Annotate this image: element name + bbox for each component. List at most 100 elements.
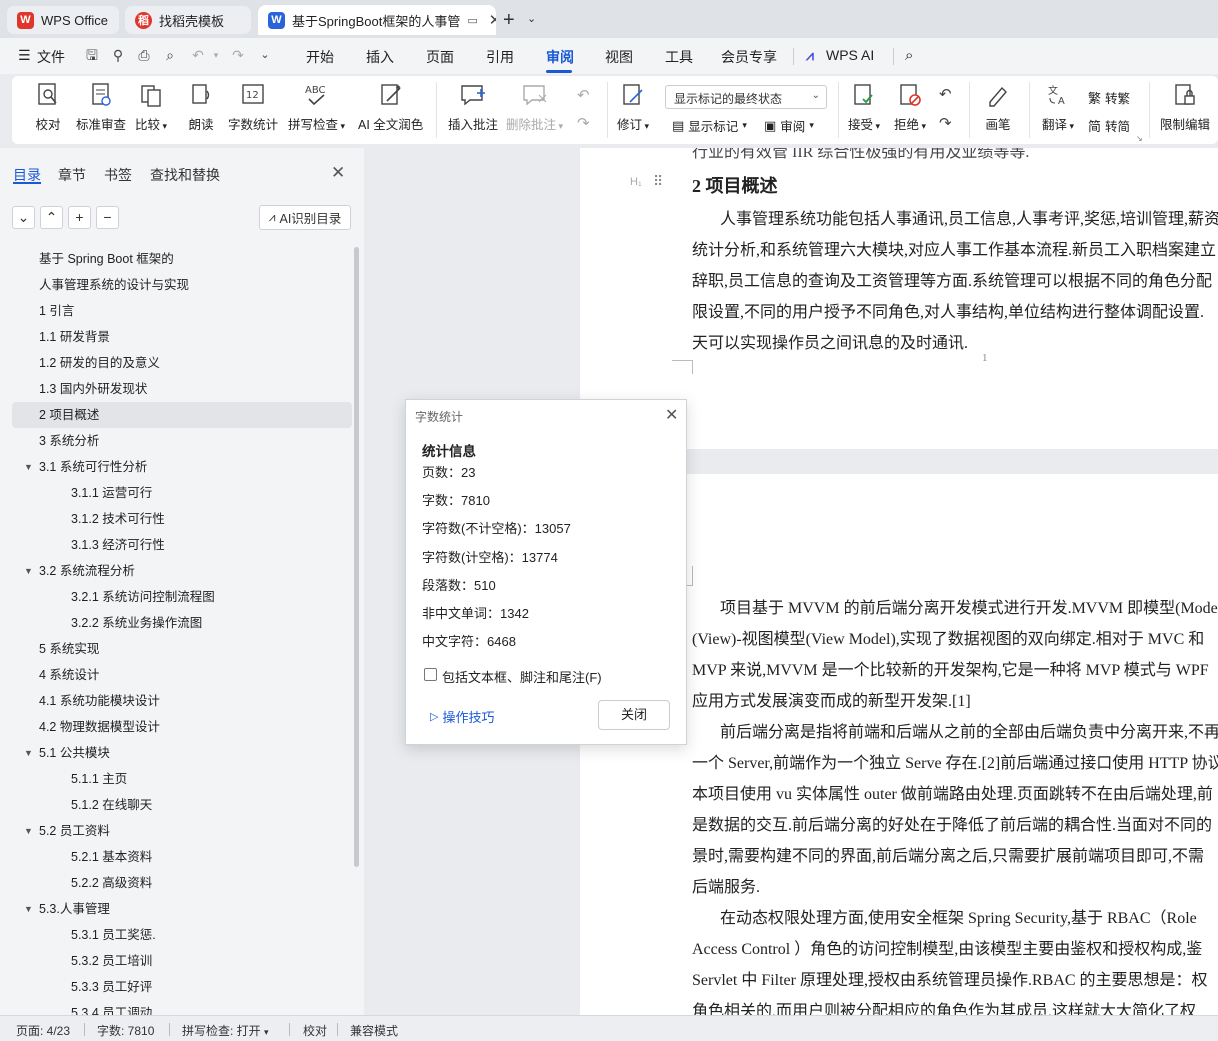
menu-insert[interactable]: 插入 bbox=[366, 47, 394, 67]
add-heading-button[interactable]: + bbox=[68, 206, 91, 229]
collapse-all-button[interactable]: ⌃ bbox=[40, 206, 63, 229]
toc-item[interactable]: 5.3.1 员工奖惩. bbox=[12, 922, 352, 948]
key-icon[interactable]: ⚲ bbox=[110, 47, 126, 63]
toc-item[interactable]: ▼ 3.1 系统可行性分析 bbox=[12, 454, 352, 480]
undo-icon[interactable]: ↶ bbox=[190, 47, 206, 63]
tab-chapters[interactable]: 章节 bbox=[58, 165, 86, 185]
tab-docer-templates[interactable]: 稻 找稻壳模板 bbox=[125, 6, 251, 34]
toc-item[interactable]: 5 系统实现 bbox=[12, 636, 352, 662]
toc-item[interactable]: 1.2 研发的目的及意义 bbox=[12, 350, 352, 376]
status-spell-check[interactable]: 拼写检查: 打开 ▾ bbox=[182, 1022, 269, 1039]
tab-find-replace[interactable]: 查找和替换 bbox=[150, 165, 220, 185]
menu-view[interactable]: 视图 bbox=[605, 47, 633, 67]
pen-button[interactable]: 画笔 bbox=[984, 80, 1012, 133]
tab-bookmarks[interactable]: 书签 bbox=[104, 165, 132, 185]
tips-link[interactable]: ▷ 操作技巧 bbox=[430, 707, 494, 726]
toc-item[interactable]: 2 项目概述 bbox=[12, 402, 352, 428]
toc-item[interactable]: 基于 Spring Boot 框架的 bbox=[12, 246, 352, 272]
heading-style-icon[interactable]: H₁ bbox=[630, 176, 642, 188]
redo-icon[interactable]: ↷ bbox=[230, 47, 246, 63]
translate-button[interactable]: 文A 翻译 ▾ bbox=[1042, 80, 1074, 133]
toc-item[interactable]: 3.2.2 系统业务操作流图 bbox=[12, 610, 352, 636]
search-icon[interactable]: ⌕ bbox=[905, 47, 913, 64]
toc-item[interactable]: 1.3 国内外研发现状 bbox=[12, 376, 352, 402]
status-words[interactable]: 字数: 7810 bbox=[97, 1022, 154, 1039]
undo-menu-icon[interactable]: ▾ bbox=[208, 47, 224, 63]
next-change-icon[interactable]: ↷ bbox=[939, 114, 952, 132]
next-comment-icon[interactable]: ↷ bbox=[577, 114, 590, 132]
markup-mode-select[interactable]: 显示标记的最终状态 ⌄ bbox=[665, 85, 827, 109]
read-aloud-button[interactable]: 朗读 bbox=[187, 80, 215, 133]
toc-item[interactable]: 4.1 系统功能模块设计 bbox=[12, 688, 352, 714]
close-icon[interactable]: ✕ bbox=[331, 163, 345, 183]
toc-item[interactable]: 4 系统设计 bbox=[12, 662, 352, 688]
toc-item[interactable]: ▼ 5.1 公共模块 bbox=[12, 740, 352, 766]
chevron-down-icon[interactable]: ⌄ bbox=[527, 12, 536, 25]
toc-item[interactable]: ▼ 5.2 员工资料 bbox=[12, 818, 352, 844]
status-page[interactable]: 页面: 4/23 bbox=[16, 1022, 70, 1039]
expand-triangle-icon[interactable]: ▼ bbox=[24, 454, 33, 480]
close-button[interactable]: 关闭 bbox=[598, 700, 670, 730]
toc-item[interactable]: 3.2.1 系统访问控制流程图 bbox=[12, 584, 352, 610]
reject-button[interactable]: 拒绝 ▾ bbox=[894, 80, 926, 133]
toc-item[interactable]: 3.1.1 运营可行 bbox=[12, 480, 352, 506]
tab-wps-office[interactable]: W WPS Office bbox=[7, 6, 119, 34]
chevron-down-icon[interactable]: ⌄ bbox=[257, 47, 273, 63]
close-icon[interactable]: ✕ bbox=[489, 11, 496, 29]
word-count-button[interactable]: 12 字数统计 bbox=[228, 80, 278, 133]
toc-item[interactable]: 5.1.2 在线聊天 bbox=[12, 792, 352, 818]
menu-tools[interactable]: 工具 bbox=[665, 47, 693, 67]
new-tab-plus-icon[interactable]: + bbox=[503, 9, 515, 32]
insert-comment-button[interactable]: 插入批注 bbox=[448, 80, 498, 133]
proofread-button[interactable]: 校对 bbox=[34, 80, 62, 133]
hamburger-icon[interactable]: ☰ bbox=[18, 47, 31, 64]
review-pane-button[interactable]: ▣ 审阅 ▾ bbox=[764, 116, 814, 135]
toc-item[interactable]: ▼ 3.2 系统流程分析 bbox=[12, 558, 352, 584]
menu-file[interactable]: 文件 bbox=[37, 47, 65, 67]
show-markup-button[interactable]: ▤ 显示标记 ▾ bbox=[672, 116, 747, 135]
window-icon[interactable]: ▭ bbox=[467, 14, 477, 27]
toc-item[interactable]: 1.1 研发背景 bbox=[12, 324, 352, 350]
spell-check-button[interactable]: ABC 拼写检查 ▾ bbox=[288, 80, 345, 133]
menu-wps-ai[interactable]: WPS AI bbox=[826, 47, 874, 63]
save-icon[interactable]: 🖫 bbox=[84, 47, 100, 63]
std-review-button[interactable]: 标准审查 bbox=[76, 80, 126, 133]
ai-toc-button[interactable]: ⩘ AI识别目录 bbox=[259, 205, 351, 230]
print-icon[interactable]: ⎙ bbox=[136, 47, 152, 63]
expand-triangle-icon[interactable]: ▼ bbox=[24, 558, 33, 584]
remove-heading-button[interactable]: − bbox=[96, 206, 119, 229]
status-proofread[interactable]: 校对 bbox=[303, 1022, 327, 1039]
menu-member[interactable]: 会员专享 bbox=[721, 47, 777, 67]
expand-triangle-icon[interactable]: ▼ bbox=[24, 740, 33, 766]
toc-item[interactable]: 人事管理系统的设计与实现 bbox=[12, 272, 352, 298]
expand-group-icon[interactable]: ↘ bbox=[1136, 134, 1143, 143]
include-textbox-checkbox[interactable] bbox=[424, 668, 437, 681]
toc-item[interactable]: 3.1.3 经济可行性 bbox=[12, 532, 352, 558]
track-changes-button[interactable]: 修订 ▾ bbox=[617, 80, 649, 133]
expand-triangle-icon[interactable]: ▼ bbox=[24, 896, 33, 922]
toc-item[interactable]: 5.3.3 员工好评 bbox=[12, 974, 352, 1000]
accept-button[interactable]: 接受 ▾ bbox=[848, 80, 880, 133]
expand-triangle-icon[interactable]: ▼ bbox=[24, 818, 33, 844]
compare-button[interactable]: 比较 ▾ bbox=[135, 80, 167, 133]
to-simplified-button[interactable]: 简 转简 bbox=[1088, 116, 1130, 135]
menu-review[interactable]: 审阅 bbox=[546, 47, 574, 67]
expand-all-button[interactable]: ⌄ bbox=[12, 206, 35, 229]
toc-item[interactable]: 1 引言 bbox=[12, 298, 352, 324]
ai-polish-button[interactable]: ✦ AI 全文润色 bbox=[358, 80, 423, 133]
restrict-edit-button[interactable]: 限制编辑 bbox=[1160, 80, 1210, 133]
toc-item[interactable]: 3 系统分析 bbox=[12, 428, 352, 454]
delete-comment-button[interactable]: 删除批注 ▾ bbox=[506, 80, 563, 133]
toc-item[interactable]: 5.3.2 员工培训 bbox=[12, 948, 352, 974]
toc-item[interactable]: 4.2 物理数据模型设计 bbox=[12, 714, 352, 740]
toc-item[interactable]: 5.1.1 主页 bbox=[12, 766, 352, 792]
toc-item[interactable]: 3.1.2 技术可行性 bbox=[12, 506, 352, 532]
previous-comment-icon[interactable]: ↶ bbox=[577, 86, 590, 104]
menu-references[interactable]: 引用 bbox=[486, 47, 514, 67]
drag-handle-icon[interactable]: ⠿ bbox=[653, 173, 663, 190]
toc-item[interactable]: 5.2.1 基本资料 bbox=[12, 844, 352, 870]
to-traditional-button[interactable]: 繁 转繁 bbox=[1088, 88, 1130, 107]
tab-current-document[interactable]: W 基于SpringBoot框架的人事管 ▭ ✕ bbox=[258, 5, 496, 35]
close-icon[interactable]: ✕ bbox=[665, 405, 678, 425]
menu-home[interactable]: 开始 bbox=[306, 47, 334, 67]
